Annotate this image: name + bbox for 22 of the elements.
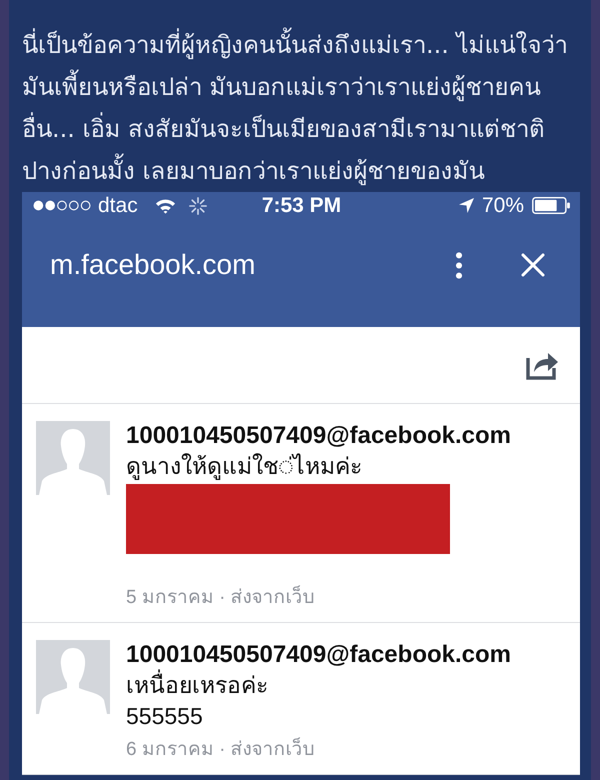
avatar-icon (36, 421, 110, 495)
more-options-icon[interactable] (455, 252, 463, 278)
location-arrow-icon (458, 198, 474, 213)
signal-icon (33, 200, 91, 211)
sender-address: 100010450507409@facebook.com (126, 421, 511, 451)
message-date: 5 มกราคม · ส่งจากเว็บ (126, 584, 315, 610)
message-text: 555555 (126, 702, 203, 731)
message-text: เหนื่อยเหรอค่ะ (126, 670, 268, 701)
battery-icon (532, 197, 570, 214)
message-date: 6 มกราคม · ส่งจากเว็บ (126, 736, 315, 762)
clock-time: 7:53 PM (262, 194, 342, 218)
caption-text: นี่เป็นข้อความที่ผู้หญิงคนนั้นส่งถึงแม่เรา... ไม่แน่ใจว่ามันเพี้ยนหรือเปล่า มันบอกแม่เราว่าเราแย่งผู้ชายคนอื่น... เอิ่ม สงสัยมันจะเป็นเมียของสามีเรามาแต่ชาติปางก่อนมั้ง เลยมาบอกว่าเราแย่งผู้ชายของมัน (22, 0, 580, 192)
sender-address: 100010450507409@facebook.com (126, 640, 511, 669)
wifi-icon (154, 198, 176, 214)
close-icon[interactable] (521, 253, 545, 277)
share-icon[interactable] (526, 350, 558, 380)
battery-percent: 70% (482, 194, 524, 218)
carrier-name: dtac (98, 194, 138, 218)
message-text: ดูนางให้ดูแม่ใช◌่ไหมค่ะ (126, 452, 362, 482)
avatar-icon (36, 640, 110, 714)
page-url: m.facebook.com (50, 248, 256, 282)
spinner-icon (188, 196, 207, 214)
